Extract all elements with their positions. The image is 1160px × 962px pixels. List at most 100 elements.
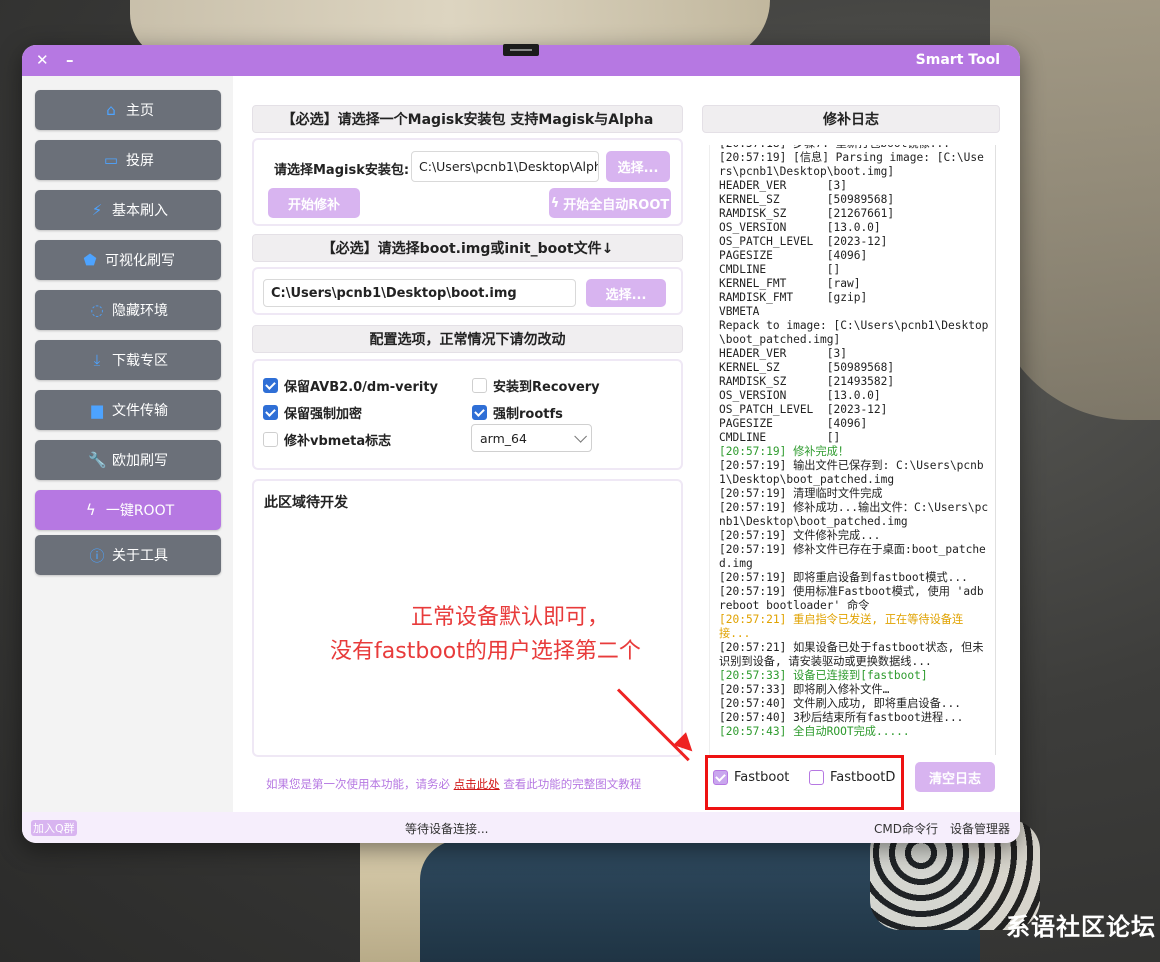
sidebar-item-label: 可视化刷写 [105,253,175,269]
sidebar-item-label: 主页 [126,103,154,119]
sidebar-item-oplus-flash[interactable]: 🔧 欧加刷写 [35,440,221,480]
log-line: HEADER_VER [3] [719,179,847,192]
checkbox-checked[interactable] [263,378,278,393]
tutorial-hint-prefix: 如果您是第一次使用本功能，请务必 [266,777,450,791]
force-rootfs-checkbox[interactable]: 强制rootfs [472,403,563,422]
lightning-icon: ϟ [85,501,96,519]
keep-avb-checkbox[interactable]: 保留AVB2.0/dm-verity [263,376,438,395]
sidebar-item-label: 基本刷入 [112,203,168,219]
dev-area-title: 此区域待开发 [264,495,348,511]
log-line: OS_PATCH_LEVEL [2023-12] [719,403,888,416]
sidebar-item-label: 文件传输 [112,403,168,419]
boot-path-input[interactable]: C:\Users\pcnb1\Desktop\boot.img [263,279,576,307]
checkbox-unchecked[interactable] [472,378,487,393]
tutorial-hint-suffix: 查看此功能的完整图文教程 [503,777,642,791]
hide-icon: ◌ [90,301,104,319]
start-patch-button[interactable]: 开始修补 [268,188,360,218]
log-line: [20:57:19] 修补完成！ [719,445,850,458]
install-recovery-checkbox[interactable]: 安装到Recovery [472,376,600,395]
log-line: OS_VERSION [13.0.0] [719,389,881,402]
log-line: Repack to image: [C:\Users\pcnb1\Desktop… [719,319,989,346]
highlight-box [705,755,904,810]
sidebar-item-screen-cast[interactable]: ▭ 投屏 [35,140,221,180]
magisk-path-input[interactable]: C:\Users\pcnb1\Desktop\Alph [411,151,599,182]
screen-cast-icon: ▭ [103,151,119,169]
log-line: [20:57:19] 使用标准Fastboot模式, 使用 'adb reboo… [719,585,991,612]
log-line: [20:57:40] 3秒后结束所有fastboot进程... [719,711,964,724]
sidebar-item-label: 下载专区 [112,353,168,369]
options-section-header: 配置选项，正常情况下请勿改动 [252,325,683,353]
smart-tool-window: ✕ – Smart Tool ⌂ 主页 ▭ 投屏 ⚡ 基本刷入 ⬟ 可视化刷写 … [22,45,1020,843]
cmd-link[interactable]: CMD命令行 [874,820,938,837]
log-section-header: 修补日志 [702,105,1000,133]
tutorial-link[interactable]: 点击此处 [454,777,500,791]
sidebar-item-file-transfer[interactable]: ▆ 文件传输 [35,390,221,430]
keep-avb-label: 保留AVB2.0/dm-verity [284,380,439,395]
log-line: [20:57:19] [信息] Parsing image: [C:\Users… [719,151,984,178]
boot-section-header: 【必选】请选择boot.img或init_boot文件↓ [252,234,683,262]
log-line: KERNEL_SZ [50989568] [719,193,895,206]
sidebar-item-about[interactable]: ⓘ 关于工具 [35,535,221,575]
log-lines: [20:57:18] 步骤7: 重新打包boot镜像...[20:57:19] … [719,145,989,739]
close-button[interactable]: ✕ [36,51,49,69]
log-line: [20:57:40] 文件刷入成功, 即将重启设备... [719,697,962,710]
window-title: Smart Tool [915,52,1000,68]
log-line: KERNEL_SZ [50989568] [719,361,895,374]
minimize-button[interactable]: – [66,51,74,69]
tutorial-hint: 如果您是第一次使用本功能，请务必 点击此处 查看此功能的完整图文教程 [266,776,641,792]
log-line: [20:57:19] 文件修补完成... [719,529,881,542]
log-line: RAMDISK_SZ [21267661] [719,207,895,220]
checkbox-unchecked[interactable] [263,432,278,447]
log-line: [20:57:33] 设备已连接到[fastboot] [719,669,928,682]
log-line: [20:57:19] 即将重启设备到fastboot模式... [719,571,968,584]
log-line: HEADER_VER [3] [719,347,847,360]
flash-icon: ⚡ [91,201,103,219]
log-line: [20:57:43] 全自动ROOT完成..... [719,725,910,738]
main-content: 【必选】请选择一个Magisk安装包 支持Magisk与Alpha 请选择Mag… [233,76,1020,812]
checkbox-checked[interactable] [472,405,487,420]
forum-watermark: 系语社区论坛 [1006,913,1156,941]
window-drag-handle[interactable] [503,44,539,56]
annotation-line-1: 正常设备默认即可， [411,605,610,630]
wrench-icon: 🔧 [88,451,107,469]
start-auto-root-button[interactable]: ϟ 开始全自动ROOT [549,188,671,218]
device-manager-link[interactable]: 设备管理器 [950,820,1010,837]
clear-log-button[interactable]: 清空日志 [915,762,995,792]
magisk-label: 请选择Magisk安装包: [274,163,410,178]
sidebar-item-one-click-root[interactable]: ϟ 一键ROOT [35,490,221,530]
sidebar-item-download[interactable]: ⤓ 下载专区 [35,340,221,380]
sidebar-item-label: 关于工具 [112,548,168,564]
force-rootfs-label: 强制rootfs [493,407,563,422]
log-line: PAGESIZE [4096] [719,417,868,430]
options-panel: 保留AVB2.0/dm-verity 安装到Recovery 保留强制加密 强制… [252,359,683,470]
sidebar-item-basic-flash[interactable]: ⚡ 基本刷入 [35,190,221,230]
status-bar: 加入Q群 等待设备连接... CMD命令行 设备管理器 [22,812,1020,843]
patch-vbmeta-checkbox[interactable]: 修补vbmeta标志 [263,430,391,449]
sidebar: ⌂ 主页 ▭ 投屏 ⚡ 基本刷入 ⬟ 可视化刷写 ◌ 隐藏环境 ⤓ 下载专区 ▆… [22,76,233,812]
sidebar-item-label: 欧加刷写 [112,453,168,469]
sidebar-item-hide-env[interactable]: ◌ 隐藏环境 [35,290,221,330]
boot-panel: C:\Users\pcnb1\Desktop\boot.img 选择... [252,267,683,315]
download-icon: ⤓ [93,351,101,369]
home-icon: ⌂ [106,101,116,119]
checkbox-checked[interactable] [263,405,278,420]
magisk-browse-button[interactable]: 选择... [606,151,670,182]
log-line: OS_PATCH_LEVEL [2023-12] [719,235,888,248]
keep-encryption-checkbox[interactable]: 保留强制加密 [263,403,362,422]
keep-encryption-label: 保留强制加密 [284,407,363,422]
boot-browse-button[interactable]: 选择... [586,279,666,307]
sidebar-item-home[interactable]: ⌂ 主页 [35,90,221,130]
sidebar-item-visual-flash[interactable]: ⬟ 可视化刷写 [35,240,221,280]
log-line: KERNEL_FMT [raw] [719,277,861,290]
arch-select[interactable]: arm_64 [471,424,592,452]
log-line: [20:57:21] 如果设备已处于fastboot状态, 但未识别到设备, 请… [719,641,984,668]
log-line: RAMDISK_SZ [21493582] [719,375,895,388]
arch-select-value: arm_64 [480,430,527,446]
shield-icon: ⬟ [83,251,97,269]
install-recovery-label: 安装到Recovery [493,380,600,395]
sidebar-item-label: 一键ROOT [105,503,175,519]
sidebar-item-label: 投屏 [126,153,154,169]
log-line: CMDLINE [] [719,431,841,444]
join-qq-group-button[interactable]: 加入Q群 [31,820,77,836]
patch-log[interactable]: [20:57:18] 步骤7: 重新打包boot镜像...[20:57:19] … [709,145,996,755]
